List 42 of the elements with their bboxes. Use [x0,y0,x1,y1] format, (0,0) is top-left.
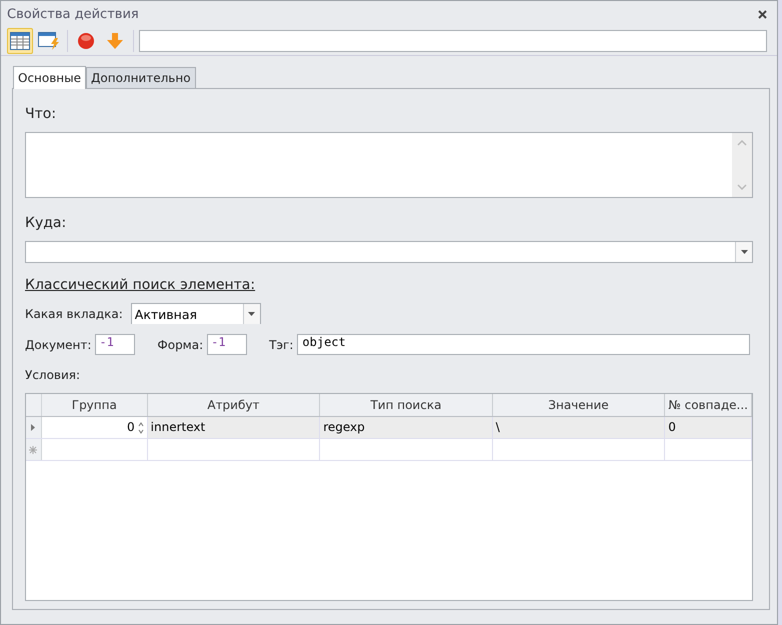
field-label: Условия: [25,368,82,382]
field-label: Куда: [25,215,68,231]
field-label: Документ: [25,338,92,352]
number-field[interactable]: -1 [95,334,136,355]
spin-arrows-icon[interactable] [136,420,145,434]
down-arrow-icon [106,32,124,50]
section-heading: Классический поиск элемента: [25,277,256,293]
scrollbar[interactable] [732,133,752,197]
toolbar-button[interactable] [7,28,33,54]
stop-icon [77,32,95,50]
column-header[interactable]: Атрибут [148,394,320,416]
text-field[interactable]: object [297,334,750,355]
tab[interactable]: Основные [13,66,86,89]
chevron-down-icon[interactable] [737,184,747,190]
new-row-icon [29,446,38,454]
dropdown-arrow-icon [248,312,256,316]
table-cell: 0 [665,417,752,438]
tab[interactable]: Дополнительно [86,67,196,89]
field-label: Тэг: [269,338,294,352]
table-cell: \ [492,417,666,438]
text-area[interactable] [25,132,753,198]
column-header[interactable]: Значение [492,394,666,416]
dropdown-field[interactable] [25,241,753,263]
row-pointer-icon [31,424,36,431]
window-lightning-icon [38,32,60,50]
column-header[interactable]: Тип поиска [320,394,493,416]
field-label: Форма: [157,338,204,352]
close-icon[interactable] [758,10,767,18]
dropdown-field[interactable]: Активная [130,303,261,324]
table-cell: innertext [148,417,320,438]
column-header[interactable]: Группа [42,394,148,416]
field-label: Что: [25,106,58,122]
table-cell: regexp [320,417,493,438]
number-field[interactable]: -1 [207,334,248,355]
toolbar-input-field[interactable] [139,30,767,52]
chevron-up-icon[interactable] [737,140,747,146]
column-header[interactable]: № совпаде... [665,394,752,416]
window-title: Свойства действия [7,6,139,22]
spin-field[interactable]: 0 [42,417,148,438]
field-label: Какая вкладка: [25,306,123,320]
dropdown-arrow-icon [740,250,748,254]
table-icon [10,32,30,50]
